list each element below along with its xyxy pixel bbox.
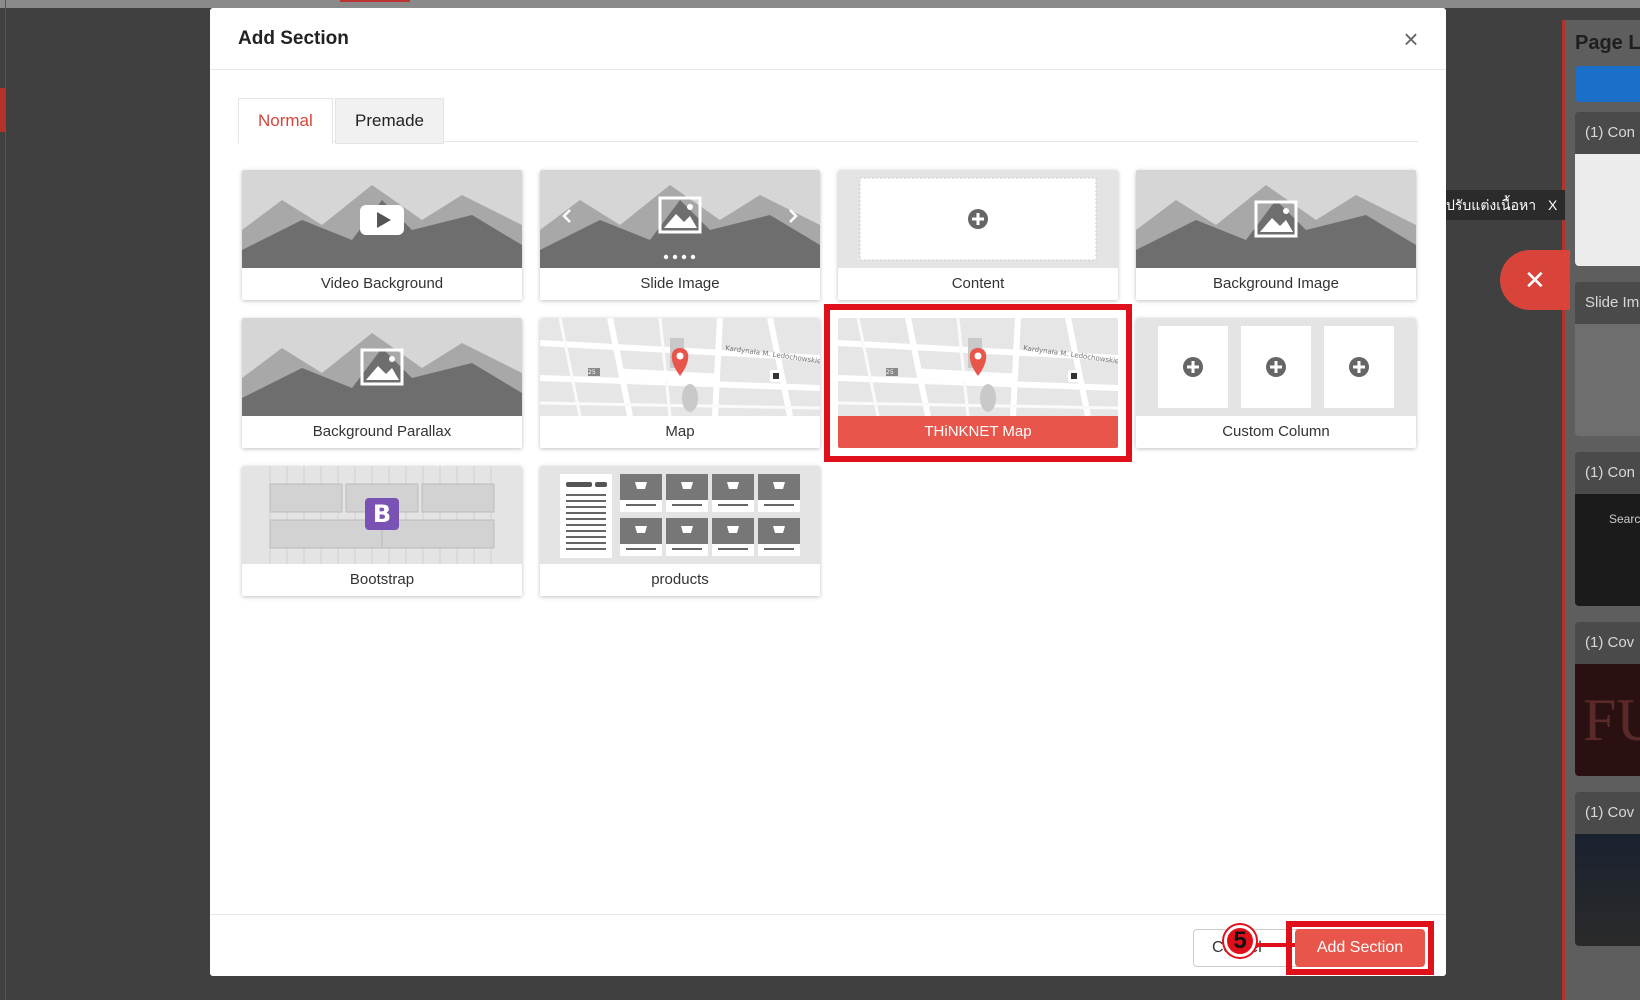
section-option-label: Slide Image [640, 275, 720, 292]
section-option-label: Video Background [320, 275, 444, 292]
mountain-thumbnail [242, 170, 522, 268]
section-option-label: Background Image [1213, 275, 1339, 292]
section-option-label: Bootstrap [349, 571, 415, 588]
layout-card[interactable]: Slide Im [1575, 282, 1640, 436]
left-marker [0, 88, 6, 132]
close-icon: ✕ [1524, 265, 1546, 295]
layout-card-thumb: Searc [1575, 494, 1640, 606]
top-bar [0, 0, 1640, 8]
plus-circle-icon [1266, 357, 1286, 377]
add-section-button[interactable]: Add Section [1295, 929, 1425, 967]
grid-thumbnail: B [242, 466, 522, 564]
content-thumbnail [838, 170, 1118, 268]
products-thumbnail [540, 466, 820, 564]
page-layout-title: Page Lo [1575, 32, 1640, 54]
section-option-video-background[interactable]: Video Background [242, 170, 522, 300]
section-option-slide-image[interactable]: Slide Image [540, 170, 820, 300]
modal-header: Add Section × [210, 8, 1446, 70]
content-tooltip: ปรับแต่งเนื้อหา X [1438, 190, 1566, 220]
page-layout-panel: Page Lo (1) Con Slide Im (1) Con Searc (… [1562, 20, 1640, 1000]
mountain-thumbnail [242, 318, 522, 416]
add-section-modal: Add Section × Normal Premade Video Backg… [210, 8, 1446, 976]
section-option-products[interactable]: products [540, 466, 820, 596]
layout-card-title: (1) Cov [1575, 792, 1640, 834]
map-badge: 25 [588, 369, 596, 376]
page-layout-add-button[interactable] [1575, 66, 1640, 102]
layout-card[interactable]: (1) Cov [1575, 792, 1640, 946]
map-thumbnail: Kardynała M. Ledóchowskiego 25 [540, 318, 820, 416]
modal-footer: Cancel 5 Add Section [210, 914, 1446, 976]
layout-card-thumb [1575, 154, 1640, 266]
section-option-label: THiNKNET Map [838, 416, 1118, 448]
section-option-map[interactable]: Kardynała M. Ledóchowskiego 25 Map [540, 318, 820, 448]
section-tabs: Normal Premade [238, 98, 1418, 144]
modal-title: Add Section [238, 28, 349, 49]
section-option-background-image[interactable]: Background Image [1136, 170, 1416, 300]
bootstrap-glyph: B [373, 500, 391, 528]
section-option-bootstrap[interactable]: B Bootstrap [242, 466, 522, 596]
tab-premade[interactable]: Premade [335, 98, 444, 144]
layout-card-thumb [1575, 324, 1640, 436]
section-option-label: Custom Column [1222, 423, 1330, 440]
map-thumbnail: Kardynała M. Ledóchowskiego 25 [838, 318, 1118, 416]
layout-card-thumb: FU [1575, 664, 1640, 776]
layout-card-title: (1) Cov [1575, 622, 1640, 664]
section-option-custom-column[interactable]: Custom Column [1136, 318, 1416, 448]
section-option-thinknet-map[interactable]: Kardynała M. Ledóchowskiego 25 THiNKNET … [838, 318, 1118, 448]
mountain-thumbnail [1136, 170, 1416, 268]
top-bar-active-tab [340, 0, 410, 2]
layout-card-title: Slide Im [1575, 282, 1640, 324]
map-badge: 25 [886, 369, 894, 376]
layout-card-title: (1) Con [1575, 452, 1640, 494]
cart-icon [620, 474, 800, 556]
floating-close-button[interactable]: ✕ [1500, 250, 1570, 310]
close-icon[interactable]: × [1398, 26, 1424, 52]
step-connector [1256, 943, 1296, 947]
left-divider [5, 0, 6, 1000]
layout-card[interactable]: (1) Cov FU [1575, 622, 1640, 776]
section-option-label: Map [665, 423, 695, 440]
columns-thumbnail [1136, 318, 1416, 416]
plus-circle-icon [1349, 357, 1369, 377]
plus-circle-icon [1183, 357, 1203, 377]
step-badge: 5 [1224, 925, 1256, 957]
section-option-label: Content [951, 275, 1005, 292]
layout-card[interactable]: (1) Con [1575, 112, 1640, 266]
section-option-label: Background Parallax [312, 423, 452, 440]
mountain-thumbnail [540, 170, 820, 268]
section-option-background-parallax[interactable]: Background Parallax [242, 318, 522, 448]
tooltip-text: ปรับแต่งเนื้อหา [1446, 197, 1537, 213]
section-option-label: products [651, 571, 709, 588]
section-option-content[interactable]: Content [838, 170, 1118, 300]
tab-normal[interactable]: Normal [238, 98, 333, 144]
layout-card-title: (1) Con [1575, 112, 1640, 154]
layout-card[interactable]: (1) Con Searc [1575, 452, 1640, 606]
layout-card-thumb [1575, 834, 1640, 946]
tooltip-close-icon[interactable]: X [1548, 197, 1557, 213]
